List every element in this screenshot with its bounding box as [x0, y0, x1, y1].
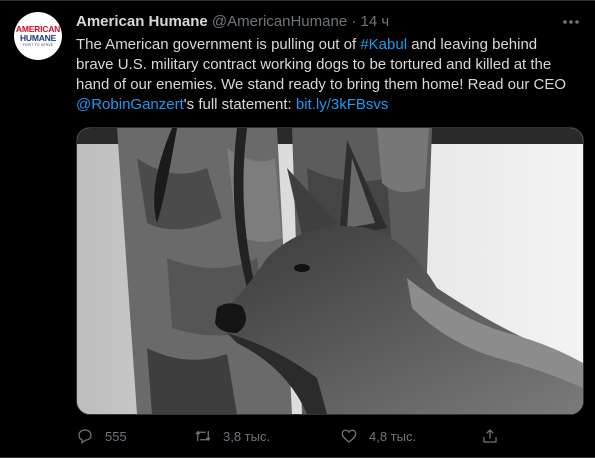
- more-button[interactable]: [561, 14, 581, 30]
- hashtag-link[interactable]: #Kabul: [360, 36, 407, 53]
- tweet-text: The American government is pulling out o…: [76, 35, 576, 115]
- like-icon: [341, 429, 357, 443]
- tweet-actions: 555 3,8 тыс. 4,8 тыс.: [76, 425, 506, 447]
- dog-photo-illustration: [77, 128, 583, 414]
- retweet-button[interactable]: 3,8 тыс.: [194, 425, 270, 447]
- avatar[interactable]: AMERICAN HUMANE FIRST TO SERVE: [14, 12, 62, 60]
- tweet-text-part1: The American government is pulling out o…: [76, 36, 361, 53]
- share-button[interactable]: [481, 425, 499, 447]
- avatar-logo-line2: HUMANE: [19, 32, 57, 43]
- reply-count: 555: [105, 428, 127, 444]
- more-icon: [563, 20, 579, 24]
- tweet-text-part3: 's full statement:: [183, 96, 296, 113]
- tweet-photo[interactable]: [76, 127, 584, 415]
- share-icon: [483, 429, 497, 443]
- retweet-icon: [195, 430, 211, 442]
- header-separator: ·: [351, 13, 357, 30]
- avatar-logo-line3: FIRST TO SERVE: [22, 42, 54, 47]
- retweet-count: 3,8 тыс.: [223, 428, 271, 444]
- tweet-header: American Humane @AmericanHumane · 14 ч: [76, 12, 555, 32]
- url-link[interactable]: bit.ly/3kFBsvs: [296, 96, 389, 113]
- author-name[interactable]: American Humane: [76, 13, 208, 30]
- author-handle[interactable]: @AmericanHumane: [212, 13, 347, 30]
- reply-icon: [78, 429, 92, 445]
- like-count: 4,8 тыс.: [369, 428, 417, 444]
- mention-link[interactable]: @RobinGanzert: [76, 96, 184, 113]
- top-divider: [0, 0, 595, 1]
- tweet-timestamp[interactable]: 14 ч: [361, 13, 390, 30]
- reply-button[interactable]: 555: [76, 425, 127, 447]
- like-button[interactable]: 4,8 тыс.: [340, 425, 416, 447]
